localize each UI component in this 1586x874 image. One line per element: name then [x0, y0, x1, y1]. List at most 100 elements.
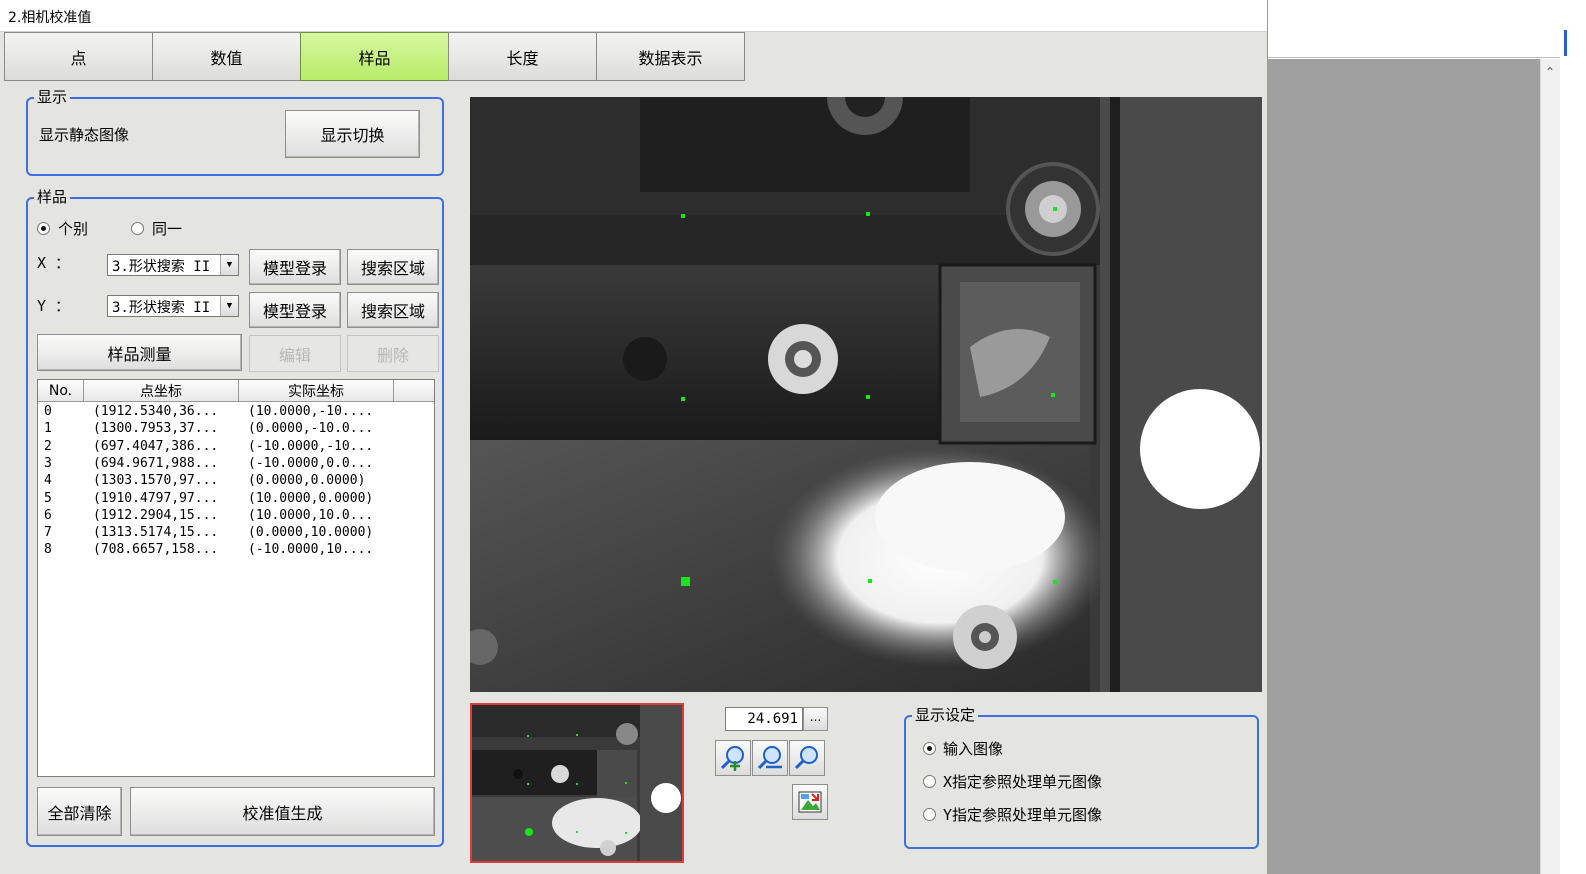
background-canvas [1268, 59, 1540, 874]
zoom-fit-icon [794, 746, 818, 770]
camera-image-graphic [470, 97, 1262, 692]
zoom-more-button[interactable]: ... [803, 707, 828, 731]
y-search-area-button[interactable]: 搜索区域 [347, 292, 439, 328]
table-row[interactable]: 1 (1300.7953,37... (0.0000,-10.0... [38, 421, 434, 438]
zoom-value-input[interactable]: 24.691 [725, 707, 803, 731]
zoom-in-icon [720, 746, 744, 771]
y-unit-select-value: 3.形状搜索 II [112, 300, 211, 316]
x-label: X ： [37, 254, 71, 272]
table-cell-no: 0 [44, 404, 52, 419]
table-cell-point: (1912.5340,36... [93, 404, 219, 419]
y-unit-select[interactable]: 3.形状搜索 II ▼ [107, 295, 239, 317]
table-cell-point: (694.9671,988... [93, 455, 219, 471]
radio-same-label: 同一 [152, 220, 183, 238]
generate-calibration-button[interactable]: 校准值生成 [130, 787, 435, 836]
radio-y-reference-image-label: Y指定参照处理单元图像 [943, 806, 1103, 824]
window-title: 2.相机校准值 [0, 0, 1267, 32]
table-cell-point: (1910.4797,97... [93, 490, 219, 506]
table-row[interactable]: 0 (1912.5340,36... (10.0000,-10.... [38, 404, 434, 421]
sample-group-legend: 样品 [34, 188, 71, 206]
zoom-out-icon [757, 746, 782, 770]
x-model-register-button[interactable]: 模型登录 [249, 249, 341, 285]
calibration-dialog: 2.相机校准值 点 数值 样品 长度 数据表示 显示 显示静态图像 显示切换 样… [0, 0, 1268, 874]
camera-image[interactable] [470, 97, 1262, 692]
table-cell-point: (1303.1570,97... [93, 473, 219, 489]
display-group-legend: 显示 [34, 88, 71, 106]
display-settings-legend: 显示设定 [912, 706, 979, 724]
radio-x-reference-image-label: X指定参照处理单元图像 [943, 773, 1103, 791]
table-row[interactable]: 4 (1303.1570,97... (0.0000,0.0000) [38, 473, 434, 490]
table-cell-actual: (0.0000,-10.0... [248, 421, 374, 437]
radio-y-reference-image[interactable] [923, 808, 936, 821]
display-group: 显示 显示静态图像 显示切换 [26, 88, 444, 176]
radio-input-image-label: 输入图像 [943, 740, 1004, 758]
display-static-image-label: 显示静态图像 [39, 126, 130, 144]
clear-all-button[interactable]: 全部清除 [37, 787, 122, 836]
vertical-scrollbar[interactable]: ⌃ [1540, 59, 1560, 874]
delete-button[interactable]: 删除 [347, 335, 439, 372]
zoom-fit-button[interactable] [789, 740, 825, 776]
x-search-area-button[interactable]: 搜索区域 [347, 249, 439, 285]
table-cell-no: 6 [44, 507, 52, 523]
image-export-button[interactable] [792, 784, 828, 820]
chevron-down-icon[interactable]: ▼ [220, 255, 238, 275]
table-cell-point: (1313.5174,15... [93, 525, 219, 541]
scroll-up-icon[interactable]: ⌃ [1545, 65, 1555, 79]
table-row[interactable]: 3 (694.9671,988... (-10.0000,0.0... [38, 456, 434, 473]
table-row[interactable]: 2 (697.4047,386... (-10.0000,-10... [38, 439, 434, 456]
radio-x-reference-image[interactable] [923, 775, 936, 788]
table-row[interactable]: 6 (1912.2904,15... (10.0000,10.0... [38, 508, 434, 525]
table-cell-no: 5 [44, 490, 52, 506]
table-cell-actual: (-10.0000,-10... [248, 438, 374, 454]
y-model-register-button[interactable]: 模型登录 [249, 292, 341, 328]
table-row[interactable]: 8 (708.6657,158... (-10.0000,10.... [38, 542, 434, 559]
table-cell-no: 4 [44, 473, 52, 489]
table-cell-actual: (0.0000,10.0000) [248, 525, 374, 541]
zoom-out-button[interactable] [752, 740, 788, 776]
table-cell-no: 8 [44, 542, 52, 558]
table-row[interactable]: 5 (1910.4797,97... (10.0000,0.0000) [38, 491, 434, 508]
table-cell-point: (1912.2904,15... [93, 507, 219, 523]
column-header-point[interactable]: 点坐标 [84, 380, 239, 402]
table-cell-no: 7 [44, 525, 52, 541]
radio-individual[interactable] [37, 222, 50, 235]
table-cell-actual: (0.0000,0.0000) [248, 473, 366, 489]
tab-length[interactable]: 长度 [448, 32, 597, 81]
column-header-no[interactable]: No. [38, 380, 84, 402]
radio-same[interactable] [131, 222, 144, 235]
thumbnail-graphic [472, 705, 682, 861]
zoom-in-button[interactable] [715, 740, 751, 776]
background-toolbar [1268, 28, 1586, 58]
x-unit-select-value: 3.形状搜索 II [112, 259, 211, 275]
column-header-empty [394, 380, 434, 402]
table-row[interactable]: 7 (1313.5174,15... (0.0000,10.0000) [38, 525, 434, 542]
edit-button[interactable]: 编辑 [249, 335, 341, 372]
y-label: Y ： [37, 297, 71, 315]
tab-point[interactable]: 点 [4, 32, 153, 81]
table-cell-point: (708.6657,158... [93, 542, 219, 558]
table-cell-actual: (10.0000,-10.... [248, 404, 374, 419]
table-cell-no: 3 [44, 455, 52, 471]
navigator-thumbnail[interactable] [470, 703, 684, 863]
table-cell-point: (1300.7953,37... [93, 421, 219, 437]
tab-sample[interactable]: 样品 [300, 32, 449, 81]
background-edge [1560, 0, 1586, 874]
tab-numeric[interactable]: 数值 [152, 32, 301, 81]
table-cell-no: 2 [44, 438, 52, 454]
sample-measure-button[interactable]: 样品测量 [37, 334, 242, 371]
radio-input-image[interactable] [923, 742, 936, 755]
display-settings-group: 显示设定 输入图像 X指定参照处理单元图像 Y指定参照处理单元图像 [904, 706, 1259, 849]
tab-data-display[interactable]: 数据表示 [596, 32, 745, 81]
column-header-actual[interactable]: 实际坐标 [239, 380, 394, 402]
table-cell-actual: (10.0000,10.0... [248, 507, 374, 523]
chevron-down-icon[interactable]: ▼ [220, 296, 238, 316]
background-window: ⌃ [1268, 0, 1586, 874]
table-cell-point: (697.4047,386... [93, 438, 219, 454]
table-cell-actual: (10.0000,0.0000) [248, 490, 374, 506]
radio-individual-label: 个别 [58, 220, 89, 238]
sample-table[interactable]: No. 点坐标 实际坐标 0 (1912.5340,36... (10.0000,-… [37, 379, 435, 777]
table-cell-actual: (-10.0000,0.0... [248, 455, 374, 471]
table-cell-no: 1 [44, 421, 52, 437]
display-switch-button[interactable]: 显示切换 [285, 110, 420, 158]
x-unit-select[interactable]: 3.形状搜索 II ▼ [107, 254, 239, 276]
